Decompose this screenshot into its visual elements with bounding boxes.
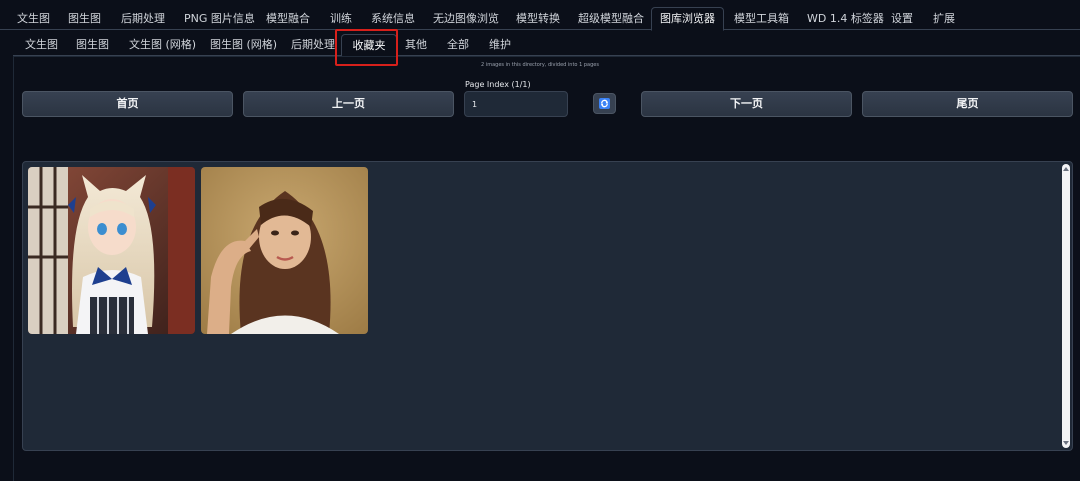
tab-settings[interactable]: 设置 xyxy=(891,8,913,30)
tab-model-toolkit[interactable]: 模型工具箱 xyxy=(734,8,789,30)
scroll-up-icon[interactable] xyxy=(1063,167,1069,171)
refresh-icon xyxy=(599,98,610,109)
tab-system-info[interactable]: 系统信息 xyxy=(371,8,415,30)
woman-portrait-image[interactable] xyxy=(201,167,368,334)
anime-catgirl-image[interactable] xyxy=(28,167,195,334)
subtab-all[interactable]: 全部 xyxy=(447,35,469,55)
top-tab-bar: 文生图 图生图 后期处理 PNG 图片信息 模型融合 训练 系统信息 无边图像浏… xyxy=(0,0,1080,31)
image-gallery xyxy=(22,161,1073,451)
tab-postprocess[interactable]: 后期处理 xyxy=(121,8,165,30)
subtab-others[interactable]: 其他 xyxy=(405,35,427,55)
subtab-maintenance[interactable]: 维护 xyxy=(489,35,511,55)
subtab-img2img-grid[interactable]: 图生图 (网格) xyxy=(210,35,277,55)
next-page-button[interactable]: 下一页 xyxy=(641,91,852,117)
last-page-button[interactable]: 尾页 xyxy=(862,91,1073,117)
tab-train[interactable]: 训练 xyxy=(330,8,352,30)
tab-infinite-browser[interactable]: 无边图像浏览 xyxy=(433,8,499,30)
subtab-favorites[interactable]: 收藏夹 xyxy=(341,34,397,57)
tab-png-info[interactable]: PNG 图片信息 xyxy=(184,8,255,30)
tab-model-merge[interactable]: 模型融合 xyxy=(266,8,310,30)
page-index-input[interactable] xyxy=(464,91,568,117)
refresh-button[interactable] xyxy=(593,93,616,114)
directory-info-text: 2 images in this directory, divided into… xyxy=(481,62,599,68)
tab-super-merge[interactable]: 超级模型融合 xyxy=(578,8,644,30)
tab-img2img[interactable]: 图生图 xyxy=(68,8,101,30)
tab-txt2img[interactable]: 文生图 xyxy=(17,8,50,30)
tab-image-browser[interactable]: 图库浏览器 xyxy=(651,7,724,31)
tab-extensions[interactable]: 扩展 xyxy=(933,8,955,30)
tab-wd14-tagger[interactable]: WD 1.4 标签器 xyxy=(807,8,884,30)
sub-tab-bar: 文生图 图生图 文生图 (网格) 图生图 (网格) 后期处理 收藏夹 其他 全部… xyxy=(13,30,1080,57)
subtab-txt2img[interactable]: 文生图 xyxy=(25,35,58,55)
tab-model-convert[interactable]: 模型转换 xyxy=(516,8,560,30)
scroll-down-icon[interactable] xyxy=(1063,441,1069,445)
subtab-img2img[interactable]: 图生图 xyxy=(76,35,109,55)
subtab-postprocess[interactable]: 后期处理 xyxy=(291,35,335,55)
subtab-txt2img-grid[interactable]: 文生图 (网格) xyxy=(129,35,196,55)
first-page-button[interactable]: 首页 xyxy=(22,91,233,117)
page-index-label: Page Index (1/1) xyxy=(465,80,531,89)
gallery-scrollbar[interactable] xyxy=(1062,164,1070,448)
prev-page-button[interactable]: 上一页 xyxy=(243,91,454,117)
